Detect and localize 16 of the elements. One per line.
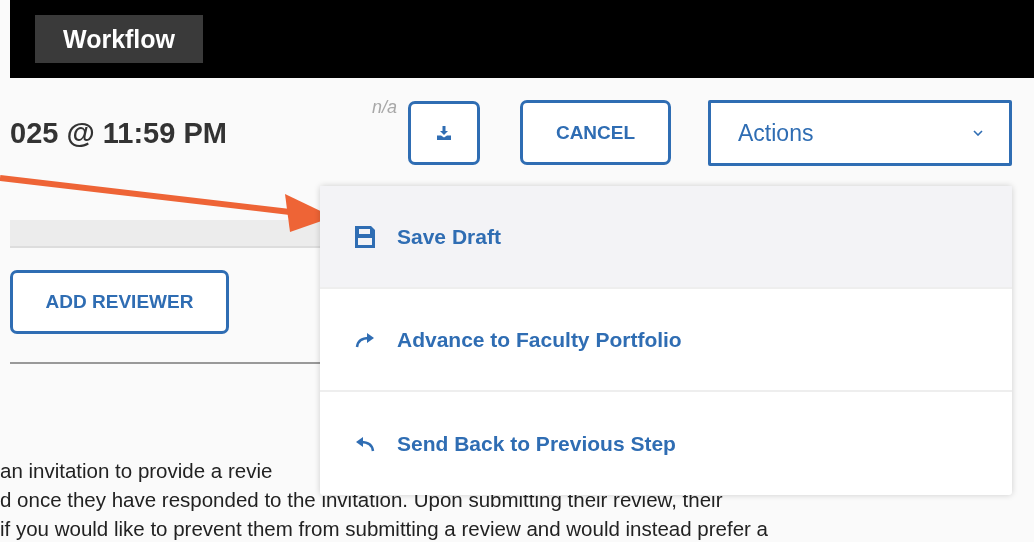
deadline-text: 025 @ 11:59 PM [10, 117, 228, 150]
cancel-button[interactable]: CANCEL [520, 100, 671, 165]
menu-item[interactable]: Save Draft [320, 186, 1012, 289]
undo-arrow-icon [355, 435, 375, 452]
note-text: n/a [372, 97, 399, 118]
chevron-down-icon [973, 130, 983, 136]
paragraph-line: if you would like to prevent them from submitting a review and would instead prefer a [0, 516, 769, 542]
actions-dropdown[interactable]: Actions [708, 100, 1012, 166]
download-button[interactable] [408, 101, 480, 165]
menu-item[interactable]: Advance to Faculty Portfolio [320, 289, 1012, 392]
paragraph-line: an invitation to provide a revie [0, 458, 274, 484]
redo-arrow-icon [355, 331, 375, 348]
workflow-tab[interactable]: Workflow [35, 15, 204, 63]
download-icon [437, 126, 451, 140]
actions-label: Actions [738, 119, 814, 147]
add-reviewer-button[interactable]: ADD REVIEWER [10, 270, 229, 334]
